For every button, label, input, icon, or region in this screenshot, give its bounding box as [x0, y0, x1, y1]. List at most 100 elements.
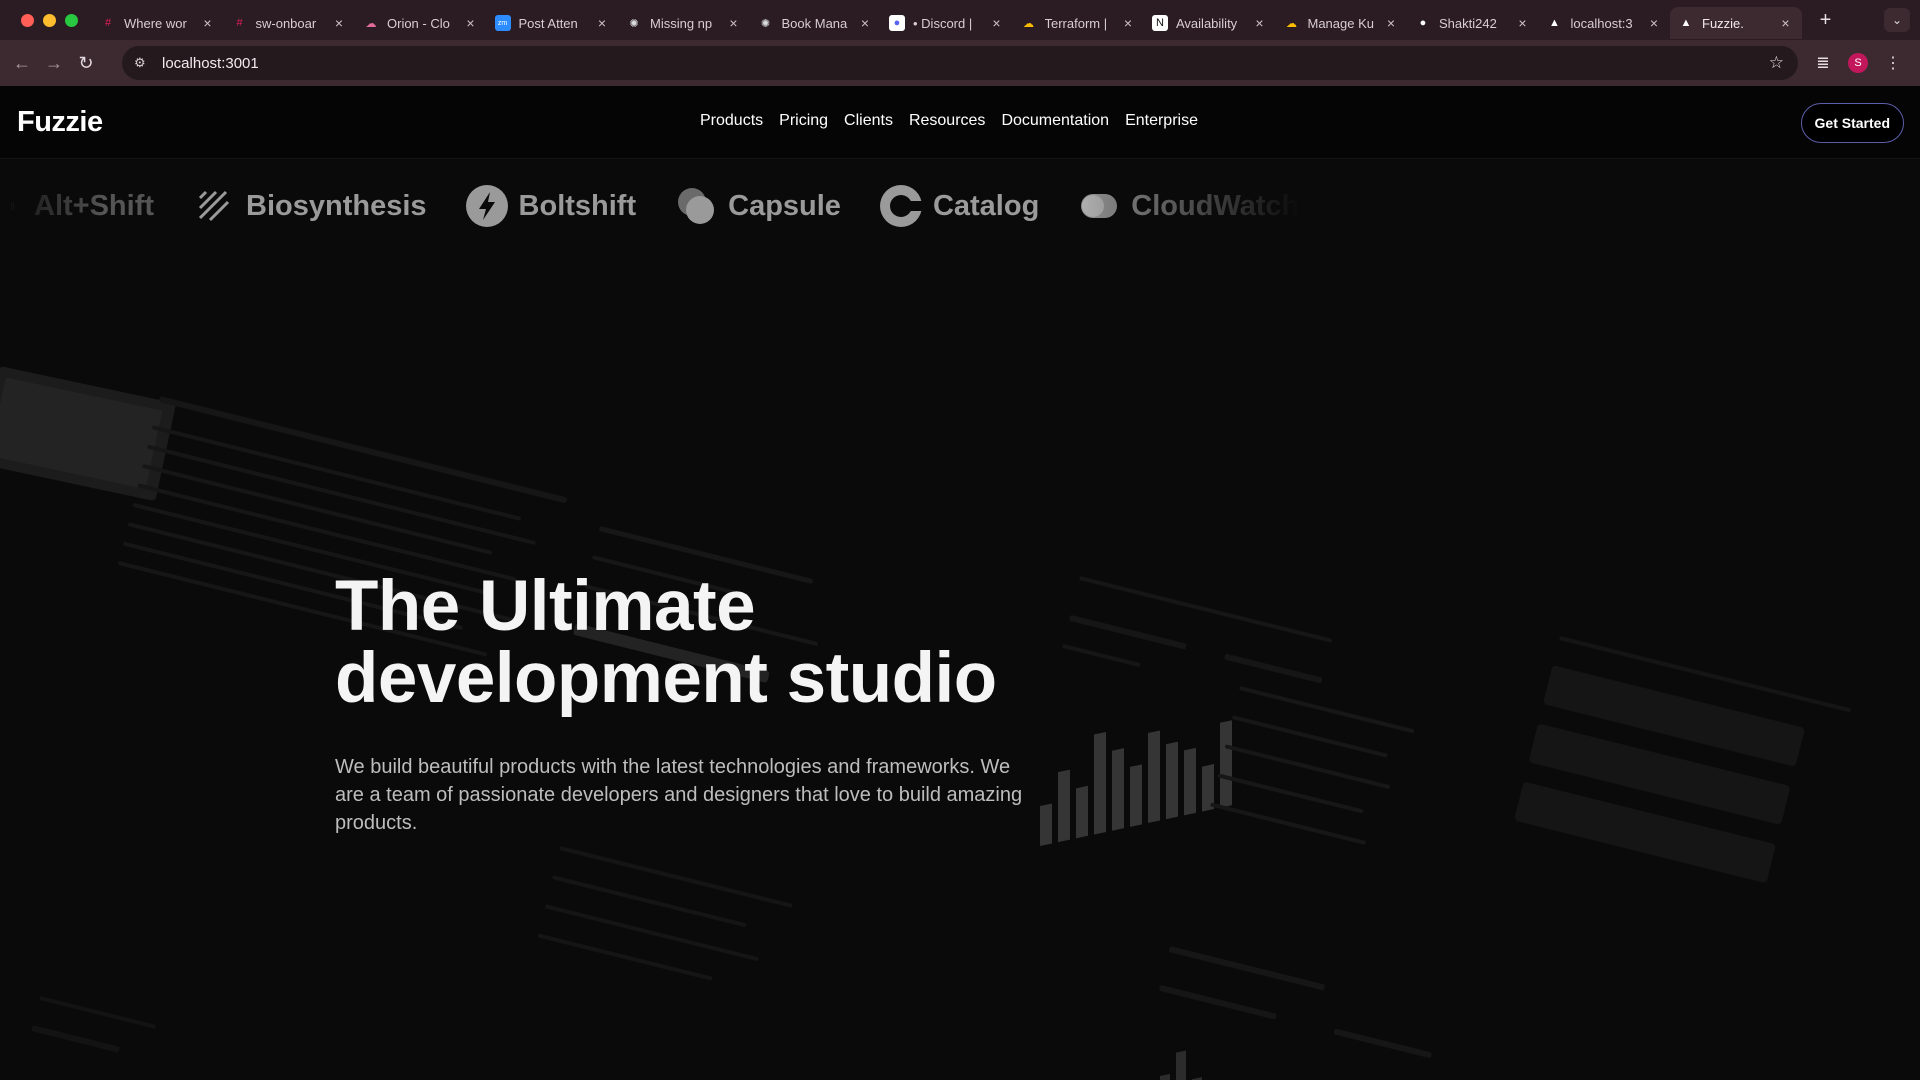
tab-search-button[interactable]: ⌄	[1884, 8, 1910, 32]
svg-text:‖: ‖	[10, 202, 15, 213]
close-tab-icon[interactable]: ×	[1252, 15, 1268, 31]
browser-tab[interactable]: ✺ Missing np ×	[618, 7, 750, 39]
discord-icon: ●	[889, 15, 905, 31]
close-tab-icon[interactable]: ×	[331, 15, 347, 31]
browser-tab[interactable]: ● Shakti242 ×	[1407, 7, 1539, 39]
tab-title: Shakti242	[1439, 15, 1497, 31]
browser-tab[interactable]: ● • Discord | ×	[881, 7, 1013, 39]
close-tab-icon[interactable]: ×	[857, 15, 873, 31]
vercel-icon: ▲	[1680, 17, 1692, 29]
tab-title: Manage Ku	[1307, 15, 1375, 31]
notion-icon: N	[1152, 15, 1168, 31]
hero-title: The Ultimate development studio	[335, 571, 1095, 715]
bookmark-star-icon[interactable]: ☆	[1769, 53, 1784, 73]
tab-title: Book Mana	[781, 15, 848, 31]
hero-title-line2: development studio	[335, 639, 997, 718]
browser-toolbar: ← → ↻ ⚙ localhost:3001 ☆ ≣ S ⋮	[0, 40, 1920, 86]
browser-tab[interactable]: ▲ Fuzzie. ×	[1670, 7, 1802, 39]
minimize-window-button[interactable]	[43, 13, 56, 27]
close-tab-icon[interactable]: ×	[1646, 15, 1662, 31]
tab-title: • Discord |	[913, 15, 973, 31]
browser-tab[interactable]: ✺ Book Mana ×	[750, 7, 882, 39]
maximize-window-button[interactable]	[65, 13, 78, 27]
tab-title: sw-onboar	[255, 15, 317, 31]
nav-link-resources[interactable]: Resources	[909, 112, 985, 130]
close-tab-icon[interactable]: ×	[726, 15, 742, 31]
reading-list-icon[interactable]: ≣	[1812, 53, 1834, 73]
get-started-button[interactable]: Get Started	[1800, 103, 1904, 143]
zoom-icon: zm	[494, 15, 511, 31]
tab-title: Where wor	[124, 15, 187, 31]
client-logo-name: Biosynthesis	[246, 189, 427, 222]
tab-title: localhost:3	[1570, 15, 1633, 31]
close-tab-icon[interactable]: ×	[200, 15, 216, 31]
client-logo-name: Capsule	[728, 189, 841, 222]
tab-title: Orion - Clo	[387, 15, 450, 31]
page-viewport: Fuzzie Products Pricing Clients Resources Do…	[0, 86, 1920, 1080]
close-tab-icon[interactable]: ×	[1778, 15, 1794, 31]
browser-tab[interactable]: ☁ Terraform | ×	[1013, 7, 1145, 39]
gcloud-icon: ☁	[1286, 17, 1297, 30]
hero-title-line1: The Ultimate	[335, 567, 756, 646]
browser-tab[interactable]: # sw-onboar ×	[224, 7, 356, 39]
site-info-icon[interactable]: ⚙	[134, 55, 156, 71]
forward-button[interactable]: →	[38, 53, 70, 74]
tab-title: Availability	[1176, 15, 1238, 31]
client-logo-mark-icon	[879, 184, 923, 228]
new-tab-button[interactable]: +	[1814, 9, 1838, 32]
nav-link-enterprise[interactable]: Enterprise	[1125, 112, 1198, 130]
url-text[interactable]: localhost:3001	[162, 55, 259, 72]
client-logo-strip: ‖ Alt+Shift Biosynthesis Boltshift Capsule Ca…	[0, 176, 1300, 236]
main-nav: Products Pricing Clients Resources Documenta…	[700, 112, 1198, 130]
address-bar[interactable]: ⚙ localhost:3001 ☆	[122, 46, 1798, 80]
close-tab-icon[interactable]: ×	[1383, 15, 1399, 31]
client-logo-mark-icon: ‖	[10, 184, 24, 228]
tab-strip: # Where wor × # sw-onboar × ☁ Orion - Clo × zm Pos…	[92, 0, 1802, 40]
close-window-button[interactable]	[21, 13, 34, 27]
openai-icon: ✺	[760, 17, 771, 30]
hero-subtitle: We build beautiful products with the lat…	[335, 756, 1023, 834]
browser-tab[interactable]: ☁ Orion - Clo ×	[355, 7, 487, 39]
close-tab-icon[interactable]: ×	[1515, 15, 1531, 31]
client-logo-name: Boltshift	[518, 189, 637, 222]
nav-link-products[interactable]: Products	[700, 112, 763, 130]
close-tab-icon[interactable]: ×	[989, 15, 1005, 31]
browser-tab[interactable]: zm Post Atten ×	[487, 7, 619, 39]
back-button[interactable]: ←	[6, 53, 38, 74]
client-logo-catalog: Catalog	[879, 184, 1039, 228]
client-logo-name: Catalog	[932, 189, 1040, 222]
browser-tab[interactable]: N Availability ×	[1144, 7, 1276, 39]
browser-menu-icon[interactable]: ⋮	[1882, 53, 1904, 73]
client-logo-biosynthesis: Biosynthesis	[192, 184, 427, 228]
profile-avatar[interactable]: S	[1848, 53, 1868, 73]
close-tab-icon[interactable]: ×	[1120, 15, 1136, 31]
browser-tab[interactable]: # Where wor ×	[92, 7, 224, 39]
browser-tab[interactable]: ▲ localhost:3 ×	[1539, 7, 1671, 39]
reload-button[interactable]: ↻	[70, 53, 102, 74]
site-logo[interactable]: Fuzzie	[17, 106, 103, 139]
nav-link-pricing[interactable]: Pricing	[779, 112, 828, 130]
client-logo-name: CloudWatch	[1131, 189, 1300, 222]
vercel-icon: ▲	[1549, 17, 1560, 29]
slack-icon: #	[236, 17, 243, 29]
site-header: Fuzzie Products Pricing Clients Resources Do…	[0, 86, 1920, 159]
client-logo-capsule: Capsule	[674, 184, 841, 228]
hero-section: The Ultimate development studio We build…	[335, 571, 1095, 837]
browser-tab-bar: # Where wor × # sw-onboar × ☁ Orion - Clo × zm Pos…	[0, 0, 1920, 40]
client-logo-mark-icon	[674, 184, 718, 228]
gcloud-icon: ☁	[1023, 17, 1034, 30]
openai-icon: ✺	[629, 17, 639, 30]
tab-title: Missing np	[650, 15, 713, 31]
nav-link-documentation[interactable]: Documentation	[1001, 112, 1109, 130]
slack-icon: #	[104, 17, 112, 29]
browser-tab[interactable]: ☁ Manage Ku ×	[1276, 7, 1408, 39]
close-tab-icon[interactable]: ×	[463, 15, 479, 31]
close-tab-icon[interactable]: ×	[594, 15, 610, 31]
nav-link-clients[interactable]: Clients	[844, 112, 893, 130]
client-logo-mark-icon	[1077, 184, 1121, 228]
tab-title: Fuzzie.	[1702, 15, 1744, 31]
cloud-icon: ☁	[365, 17, 377, 30]
client-logo-altshift: ‖ Alt+Shift	[10, 184, 154, 228]
tab-title: Terraform |	[1044, 15, 1108, 31]
tab-title: Post Atten	[518, 15, 578, 31]
